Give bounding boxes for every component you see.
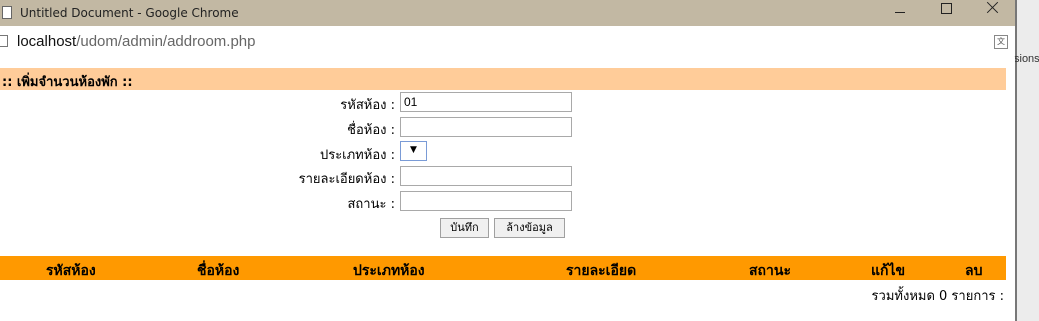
room-detail-label: รายละเอียดห้อง : — [298, 172, 395, 187]
side-tab-text: sions — [1014, 53, 1039, 65]
window-title: Untitled Document - Google Chrome — [20, 6, 239, 20]
room-type-select[interactable]: ▼ — [400, 141, 427, 161]
window-titlebar: Untitled Document - Google Chrome — [0, 0, 1015, 26]
col-room-type: ประเภทห้อง — [353, 263, 425, 279]
clear-button[interactable]: ล้างข้อมูล — [494, 218, 565, 238]
side-window-strip — [1015, 0, 1039, 321]
status-label: สถานะ : — [347, 197, 396, 212]
room-code-input[interactable] — [400, 92, 572, 112]
form-heading: :: เพิ่มจำนวนห้องพัก :: — [2, 75, 133, 90]
room-name-input[interactable] — [400, 117, 572, 137]
dropdown-arrow-icon: ▼ — [410, 145, 417, 155]
col-edit: แก้ไข — [871, 263, 906, 279]
document-icon — [2, 6, 12, 19]
room-type-label: ประเภทห้อง : — [319, 148, 395, 163]
form-heading-bar: :: เพิ่มจำนวนห้องพัก :: — [0, 68, 1006, 90]
total-count: รวมทั้งหมด 0 รายการ : — [871, 289, 1004, 304]
col-status: สถานะ — [749, 263, 791, 279]
close-icon[interactable] — [970, 0, 1014, 26]
col-delete: ลบ — [965, 263, 983, 279]
col-room-name: ชื่อห้อง — [197, 263, 240, 279]
translate-icon[interactable]: 文 — [994, 35, 1008, 49]
url-text[interactable]: localhost/udom/admin/addroom.php — [17, 33, 255, 50]
room-detail-input[interactable] — [400, 166, 572, 186]
url-path: /udom/admin/addroom.php — [76, 33, 256, 50]
status-input[interactable] — [400, 191, 572, 211]
col-detail: รายละเอียด — [566, 263, 637, 279]
minimize-icon[interactable] — [878, 0, 922, 26]
maximize-icon[interactable] — [924, 0, 968, 26]
save-button[interactable]: บันทึก — [440, 218, 489, 238]
page-content: :: เพิ่มจำนวนห้องพัก :: รหัสห้อง : ชื่อห… — [0, 57, 1015, 321]
room-name-label: ชื่อห้อง : — [347, 123, 395, 138]
address-bar[interactable]: localhost/udom/admin/addroom.php — [0, 26, 1015, 58]
col-room-code: รหัสห้อง — [46, 263, 96, 279]
table-header: รหัสห้อง ชื่อห้อง ประเภทห้อง รายละเอียด … — [0, 256, 1006, 280]
page-icon — [0, 35, 8, 47]
url-host: localhost — [17, 33, 77, 50]
room-code-label: รหัสห้อง : — [340, 98, 395, 113]
